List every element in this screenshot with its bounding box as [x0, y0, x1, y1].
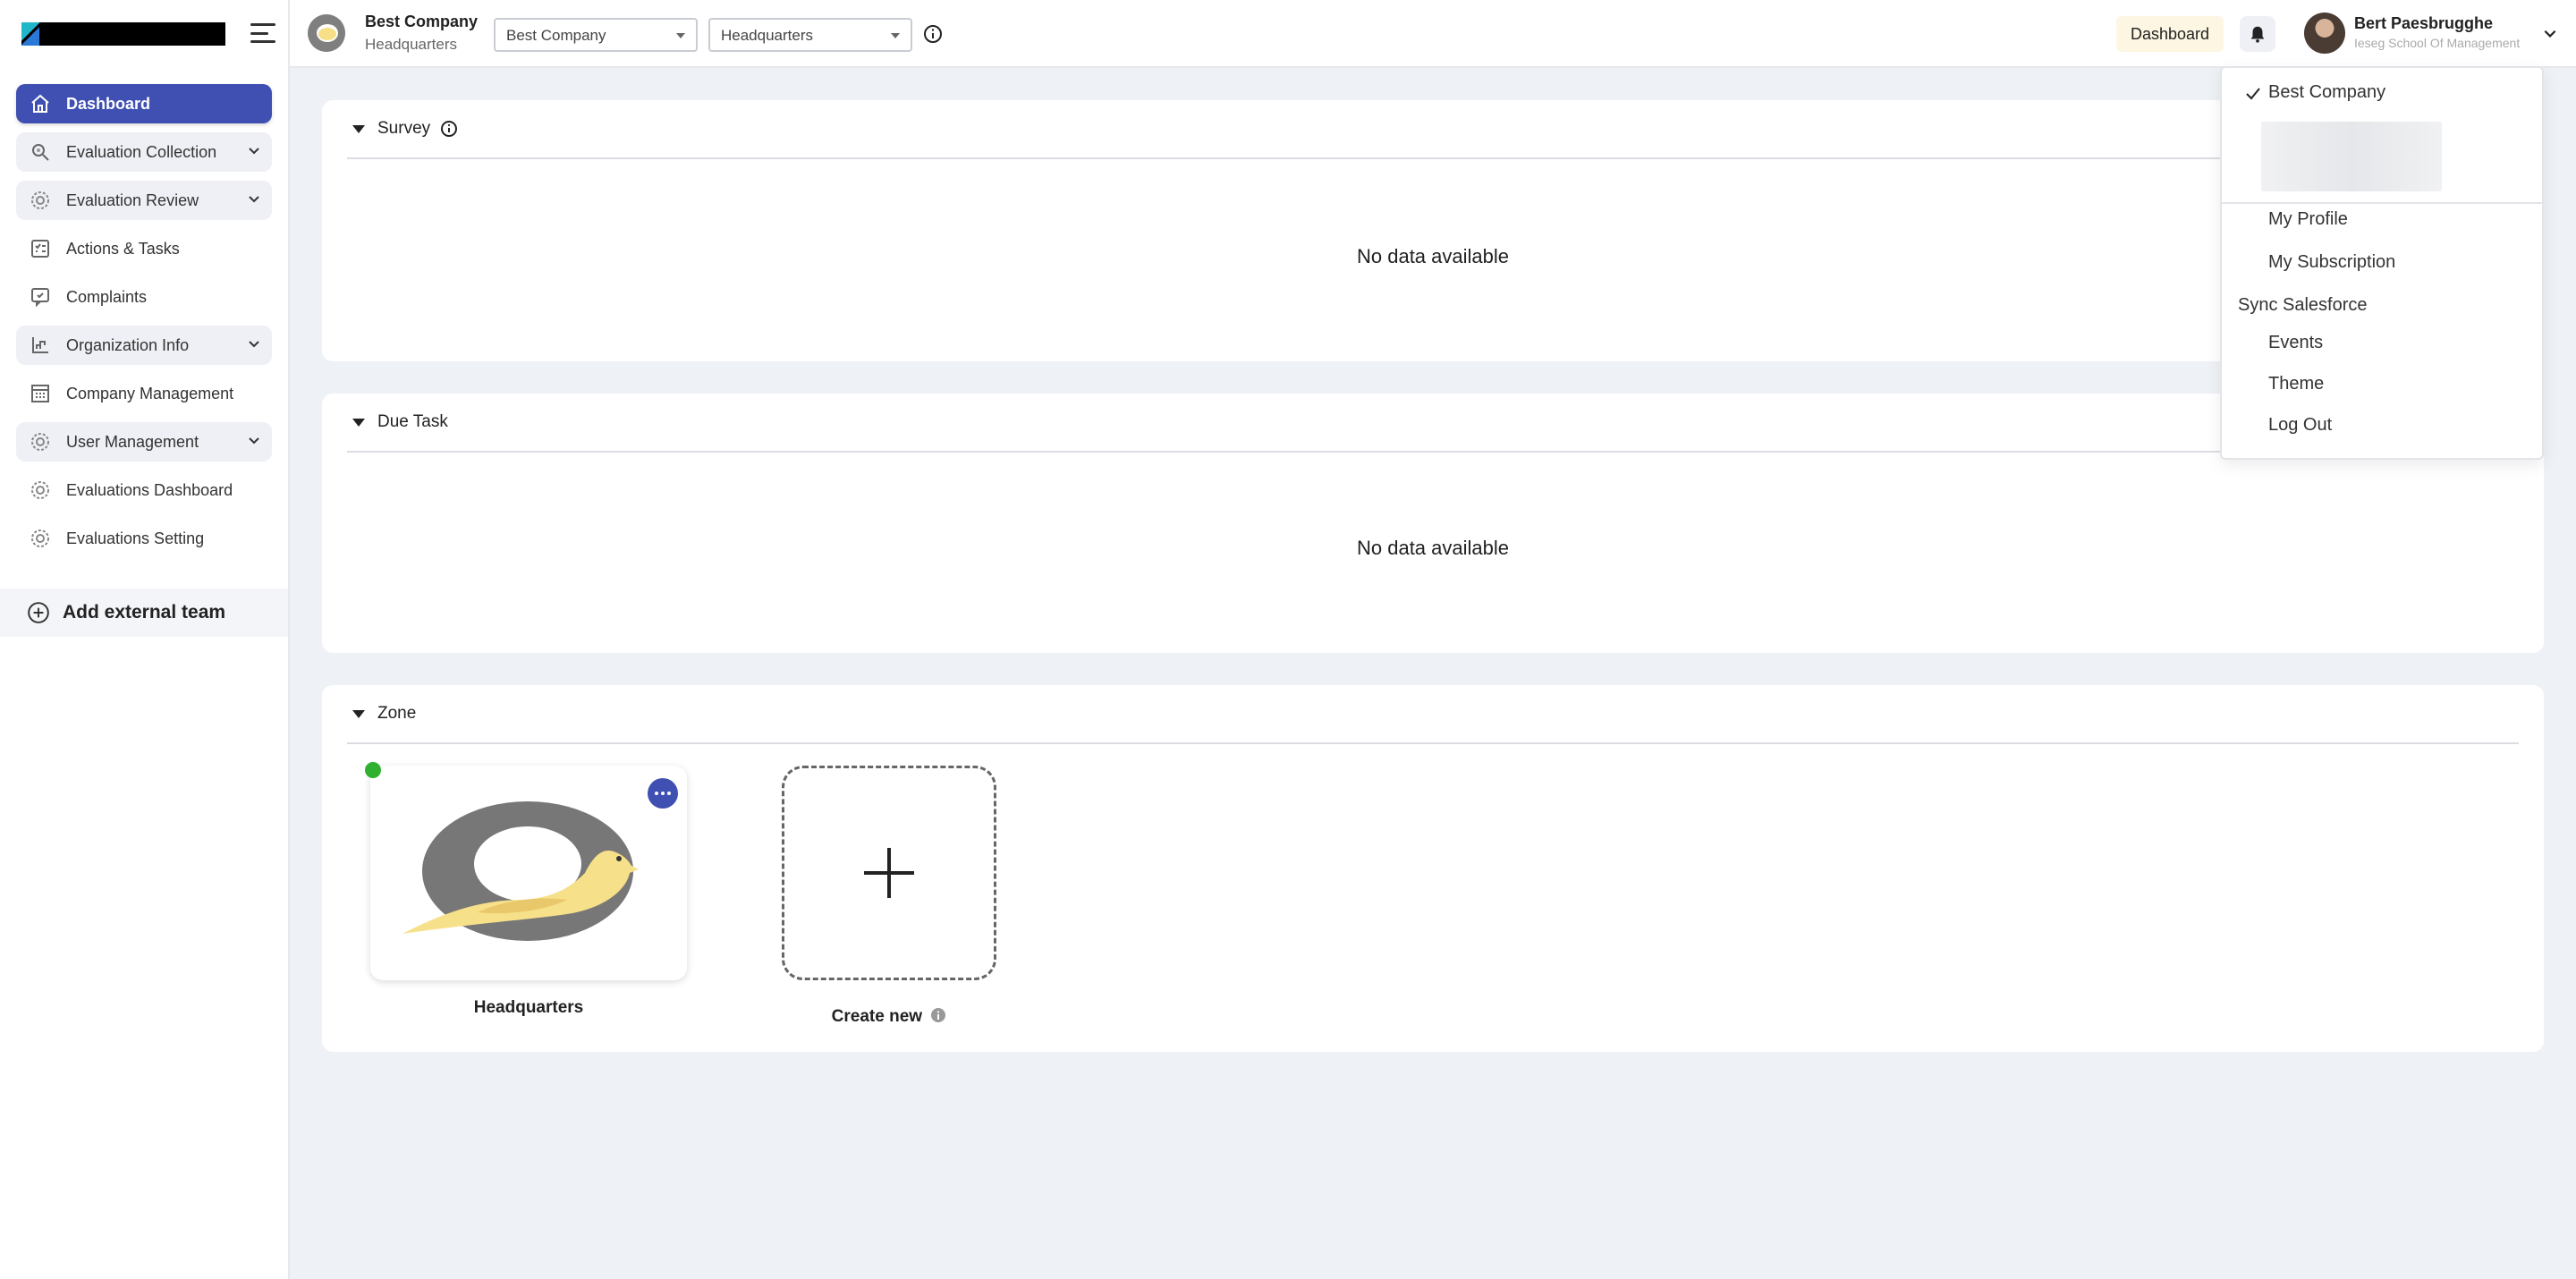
company-avatar [308, 14, 345, 52]
info-icon[interactable] [930, 1007, 946, 1023]
zone-tile-headquarters[interactable] [370, 766, 687, 980]
caret-down-icon [676, 33, 685, 38]
sidebar-item-label: Evaluation Collection [66, 142, 217, 161]
create-new-text: Create new [831, 1007, 923, 1026]
company-name: Best Company [365, 13, 479, 30]
collapse-caret-icon [352, 709, 365, 718]
survey-title: Survey [377, 119, 431, 138]
create-zone-button[interactable] [782, 766, 996, 980]
plus-circle-icon [28, 602, 49, 623]
user-avatar[interactable] [2304, 13, 2345, 54]
logo-row [0, 0, 288, 68]
menu-item-company[interactable]: Best Company [2268, 82, 2385, 103]
sidebar-item-label: Evaluation Review [66, 191, 199, 209]
gear-icon [29, 479, 52, 502]
menu-item-log-out[interactable]: Log Out [2268, 415, 2332, 436]
menu-section-sync-salesforce: Sync Salesforce [2238, 295, 2368, 315]
company-select-value: Best Company [506, 27, 606, 44]
menu-item-my-subscription[interactable]: My Subscription [2268, 252, 2395, 273]
plus-icon [864, 848, 914, 898]
zone-title: Zone [377, 704, 417, 723]
notifications-button[interactable] [2240, 16, 2275, 52]
chevron-down-icon [249, 437, 259, 445]
zone-header[interactable]: Zone [347, 685, 2519, 744]
menu-item-events[interactable]: Events [2268, 333, 2323, 353]
sidebar-item-company-management[interactable]: Company Management [16, 374, 272, 413]
sidebar-item-evaluations-setting[interactable]: Evaluations Setting [16, 519, 272, 558]
complaint-icon [29, 285, 52, 309]
sidebar-item-label: Organization Info [66, 335, 190, 354]
due-task-title: Due Task [377, 412, 448, 431]
org-chart-icon [29, 334, 52, 357]
chevron-down-icon [249, 148, 259, 155]
due-task-empty-message: No data available [1356, 537, 1509, 559]
sidebar-item-complaints[interactable]: Complaints [16, 277, 272, 317]
sidebar-item-label: Company Management [66, 384, 234, 402]
gear-icon [29, 430, 52, 453]
due-task-card: Due Task No data available [322, 394, 2544, 653]
chevron-down-icon [249, 196, 259, 203]
sidebar-item-evaluation-review[interactable]: Evaluation Review [16, 181, 272, 220]
add-team-label: Add external team [63, 602, 226, 623]
sidebar-item-label: User Management [66, 432, 199, 451]
sidebar-item-label: Complaints [66, 287, 148, 306]
zone-tile-label: Headquarters [473, 998, 584, 1017]
sidebar-item-label: Evaluations Dashboard [66, 480, 233, 499]
user-organization: Ieseg School Of Management [2354, 36, 2521, 50]
collapse-caret-icon [352, 418, 365, 427]
survey-card: Survey No data available [322, 100, 2544, 361]
survey-header[interactable]: Survey [347, 100, 2519, 159]
app-logo[interactable] [21, 22, 225, 46]
info-icon[interactable] [439, 119, 459, 139]
sidebar-item-label: Evaluations Setting [66, 529, 205, 547]
menu-divider [2222, 202, 2542, 204]
dashboard-chip-button[interactable]: Dashboard [2116, 16, 2224, 52]
add-external-team-button[interactable]: Add external team [0, 589, 288, 637]
more-options-button[interactable] [648, 778, 678, 809]
company-logo-placeholder [2261, 122, 2442, 191]
bird-logo-icon [402, 801, 639, 941]
chevron-down-icon[interactable] [2542, 25, 2558, 41]
checkmark-icon [2246, 88, 2260, 100]
info-icon[interactable] [923, 24, 943, 44]
checklist-icon [29, 237, 52, 260]
caret-down-icon [891, 33, 900, 38]
collapse-caret-icon [352, 124, 365, 133]
sidebar-item-evaluation-collection[interactable]: Evaluation Collection [16, 132, 272, 172]
magnifier-icon [29, 140, 52, 164]
topbar: Best Company Headquarters Best Company H… [290, 0, 2576, 68]
gear-icon [29, 189, 52, 212]
sidebar: Dashboard Evaluation Collection Evaluati… [0, 0, 290, 1279]
user-name[interactable]: Bert Paesbrugghe [2354, 14, 2493, 33]
create-new-label: Create new [782, 1007, 996, 1027]
chevron-down-icon [249, 341, 259, 348]
zone-status-indicator [365, 762, 381, 778]
sidebar-item-evaluations-dashboard[interactable]: Evaluations Dashboard [16, 470, 272, 510]
menu-toggle-icon[interactable] [250, 23, 275, 43]
bell-icon [2250, 26, 2265, 43]
sidebar-nav: Dashboard Evaluation Collection Evaluati… [0, 68, 288, 558]
user-menu-dropdown: Best Company My Profile My Subscription … [2220, 66, 2544, 460]
menu-item-my-profile[interactable]: My Profile [2268, 209, 2348, 230]
home-icon [29, 92, 52, 115]
bird-logo-icon [308, 14, 345, 52]
gear-icon [29, 527, 52, 550]
location-select-value: Headquarters [721, 27, 814, 44]
company-location: Headquarters [365, 36, 458, 53]
sidebar-item-organization-info[interactable]: Organization Info [16, 326, 272, 365]
survey-empty-message: No data available [1356, 245, 1509, 267]
building-icon [29, 382, 52, 405]
sidebar-item-dashboard[interactable]: Dashboard [16, 84, 272, 123]
menu-item-theme[interactable]: Theme [2268, 374, 2324, 394]
sidebar-item-label: Dashboard [66, 94, 151, 113]
sidebar-item-user-management[interactable]: User Management [16, 422, 272, 462]
sidebar-item-label: Actions & Tasks [66, 239, 180, 258]
due-task-header[interactable]: Due Task [347, 394, 2519, 453]
sidebar-item-actions-tasks[interactable]: Actions & Tasks [16, 229, 272, 268]
company-select[interactable]: Best Company [494, 18, 698, 52]
location-select[interactable]: Headquarters [708, 18, 912, 52]
